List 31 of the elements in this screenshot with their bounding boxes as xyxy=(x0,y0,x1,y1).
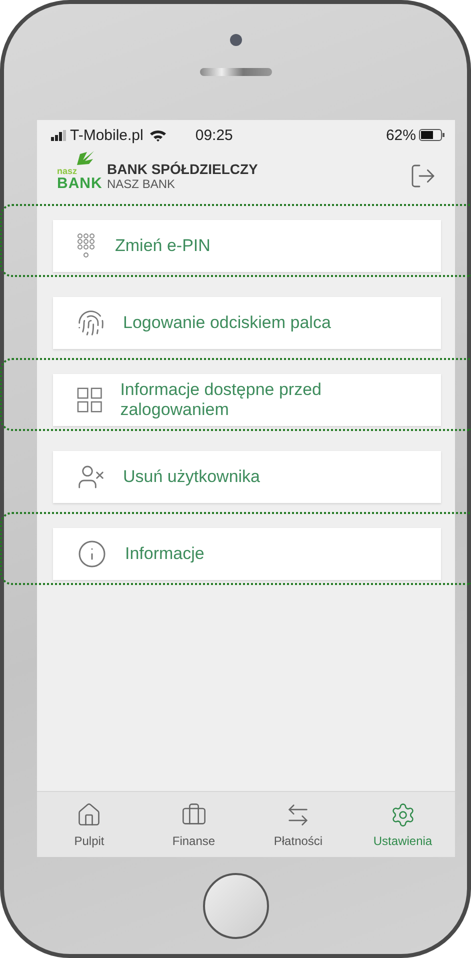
signal-icon xyxy=(51,130,67,140)
battery-percent: 62% xyxy=(386,126,416,144)
tab[interactable]: Ustawienia xyxy=(350,792,455,857)
grid-icon xyxy=(77,387,102,413)
bank-name: BANK SPÓŁDZIELCZY xyxy=(107,161,259,177)
tab[interactable]: Finanse xyxy=(142,792,246,857)
keypad-icon xyxy=(77,233,97,259)
logout-icon[interactable] xyxy=(409,162,437,190)
menu-item[interactable]: Logowanie odciskiem palca xyxy=(53,297,441,349)
user-remove-icon xyxy=(77,463,105,491)
carrier-name: T-Mobile.pl xyxy=(70,126,144,144)
wifi-icon xyxy=(149,128,168,142)
menu-item[interactable]: Informacje xyxy=(53,528,441,580)
logo-text: nasz xyxy=(57,167,78,176)
tab[interactable]: Pulpit xyxy=(37,792,142,857)
fingerprint-icon xyxy=(77,309,105,337)
battery-icon xyxy=(419,129,445,141)
arrow-logo-icon xyxy=(75,149,95,167)
bank-subtitle: NASZ BANK xyxy=(107,177,176,191)
speaker-grille xyxy=(200,68,272,76)
home-icon xyxy=(76,802,102,828)
camera-icon xyxy=(230,34,242,46)
menu-item[interactable]: Informacje dostępne przed zalogowaniem xyxy=(53,374,441,426)
logo-text: BANK xyxy=(57,176,103,191)
settings-icon xyxy=(390,802,416,828)
status-time: 09:25 xyxy=(195,126,233,144)
menu-item[interactable]: Usuń użytkownika xyxy=(53,451,441,503)
info-icon xyxy=(77,539,107,569)
menu-item[interactable]: Zmień e-PIN xyxy=(53,220,441,272)
tab[interactable]: Płatności xyxy=(246,792,350,857)
briefcase-icon xyxy=(180,802,207,828)
